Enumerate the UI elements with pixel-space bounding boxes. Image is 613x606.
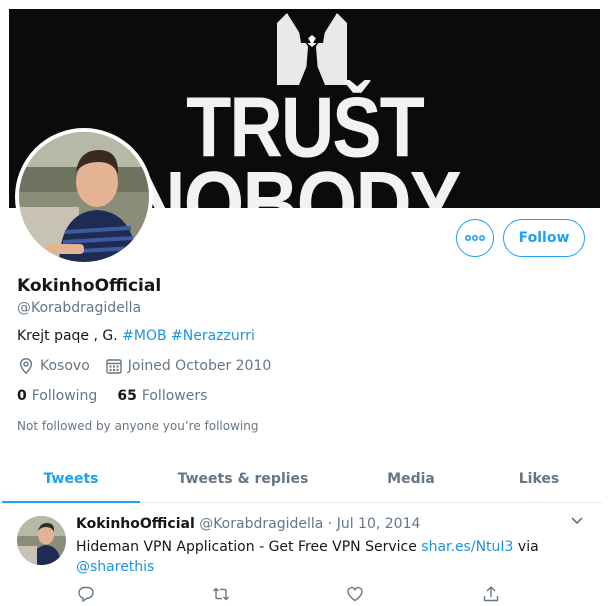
following-label: Following [31,388,98,404]
followers-label: Followers [141,388,208,404]
retweet-icon[interactable] [212,585,230,603]
tweet-header: KokinhoOfficial @Korabdragidella · Jul 1… [76,516,420,532]
profile-handle: @Korabdragidella [17,300,142,316]
tweet-date[interactable]: Jul 10, 2014 [337,516,421,532]
followers-count: 65 [117,388,137,404]
tweet-author-avatar[interactable] [17,516,66,565]
tweet-text-mid: via [513,539,539,555]
tweet-actions [0,585,606,605]
tweet-avatar-photo [17,516,66,565]
profile-counts: 0 Following 65 Followers [17,388,207,404]
like-icon[interactable] [346,585,364,603]
profile-tabs: Tweets Tweets & replies Media Likes [2,455,602,503]
follow-button[interactable]: Follow [503,219,585,257]
tab-likes[interactable]: Likes [476,455,602,502]
tweet-text-prefix: Hideman VPN Application - Get Free VPN S… [76,539,422,555]
profile-meta: Kosovo Joined October 2010 [17,357,271,375]
chevron-down-icon[interactable] [570,516,584,526]
bio-text: Krejt paqe , G. [17,328,123,344]
more-options-button[interactable] [456,219,494,257]
avatar-photo [19,132,149,262]
tweet-author-handle[interactable]: @Korabdragidella [199,516,323,532]
suit-graphic [277,13,347,85]
bio-hashtag-nerazzurri[interactable]: #Nerazzurri [171,328,255,344]
profile-display-name: KokinhoOfficial [17,276,162,296]
tweet-link[interactable]: shar.es/NtuI3 [421,539,513,555]
tweet-author-name[interactable]: KokinhoOfficial [76,516,195,532]
tweet-separator: · [327,516,333,532]
tweet-mention[interactable]: @sharethis [76,559,154,575]
share-icon[interactable] [482,585,500,603]
tab-tweets[interactable]: Tweets [2,455,140,503]
profile-bio: Krejt paqe , G. #MOB #Nerazzurri [17,328,255,344]
profile-avatar[interactable] [15,128,153,266]
calendar-icon [105,357,123,375]
followers-link[interactable]: 65 Followers [117,388,207,404]
following-count: 0 [17,388,27,404]
profile-joined-date: Joined October 2010 [127,358,272,374]
tab-media[interactable]: Media [346,455,476,502]
following-link[interactable]: 0 Following [17,388,97,404]
profile-location: Kosovo [40,358,90,374]
more-horizontal-icon [465,235,485,241]
not-followed-note: Not followed by anyone you’re following [17,419,259,433]
reply-icon[interactable] [77,585,95,603]
bio-hashtag-mob[interactable]: #MOB [122,328,166,344]
tweet-text: Hideman VPN Application - Get Free VPN S… [76,537,576,577]
tab-tweets-replies[interactable]: Tweets & replies [140,455,346,502]
location-icon [17,357,35,375]
